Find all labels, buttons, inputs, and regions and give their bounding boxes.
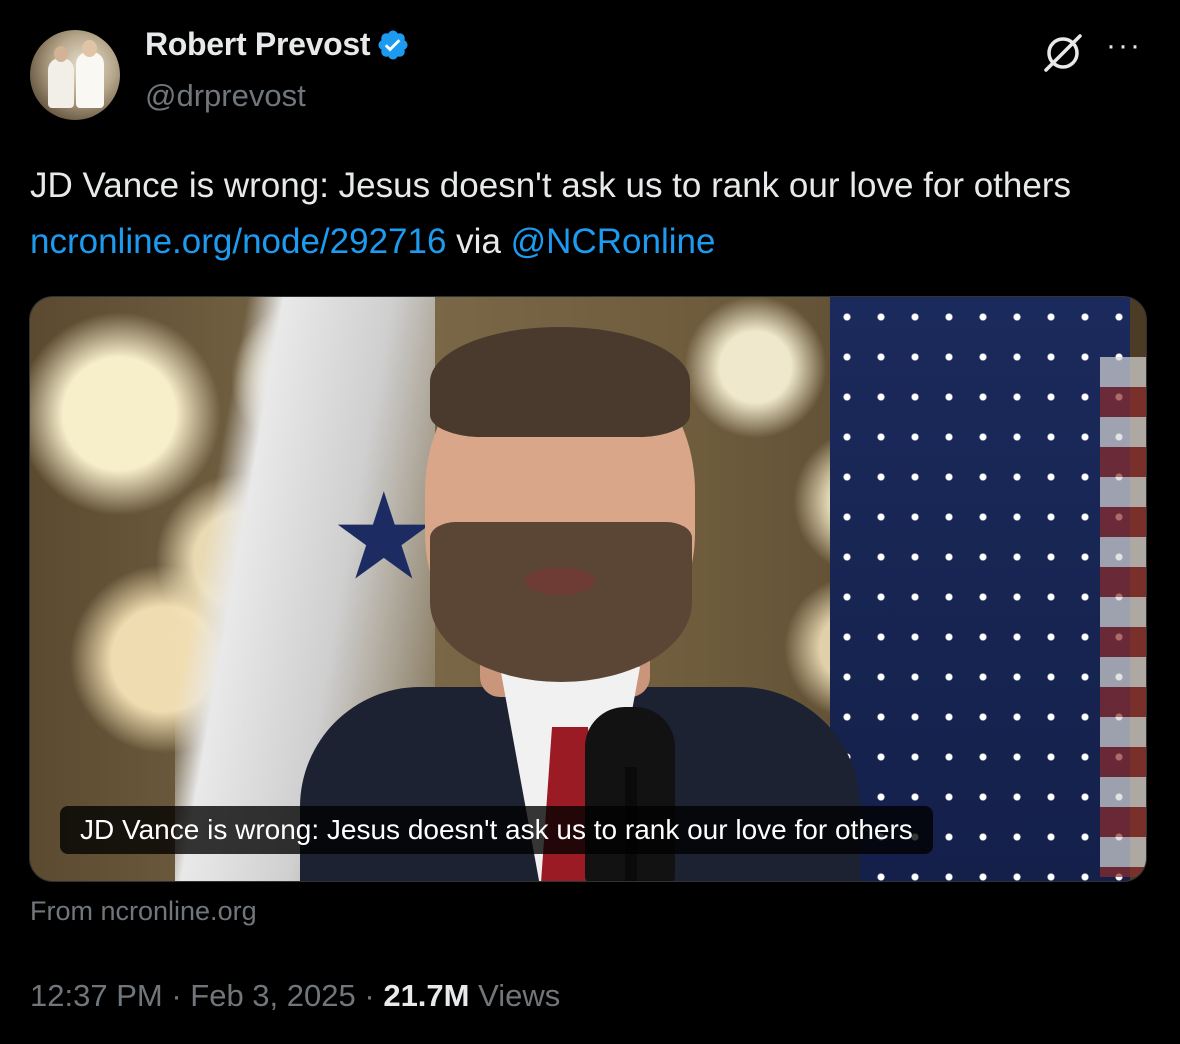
display-name[interactable]: Robert Prevost <box>145 26 371 63</box>
tweet-text-body: JD Vance is wrong: Jesus doesn't ask us … <box>30 166 1071 205</box>
meta-separator: · <box>364 978 375 1013</box>
views-label: Views <box>478 978 561 1013</box>
speaker-photo <box>280 307 860 881</box>
grok-icon[interactable] <box>1040 30 1086 76</box>
handle[interactable]: @drprevost <box>145 78 306 114</box>
avatar-figure <box>82 40 97 57</box>
tweet-text: JD Vance is wrong: Jesus doesn't ask us … <box>30 158 1140 270</box>
tweet-text-via: via <box>446 222 511 261</box>
photo-detail <box>525 567 595 595</box>
avatar-figure <box>48 58 74 108</box>
us-flag-image <box>830 297 1130 881</box>
tweet-time[interactable]: 12:37 PM <box>30 978 163 1013</box>
tweet-header: Robert Prevost @drprevost ··· <box>30 22 1150 122</box>
flag-stripes <box>1100 357 1146 877</box>
meta-separator: · <box>171 978 182 1013</box>
avatar[interactable] <box>30 30 120 120</box>
photo-detail <box>430 327 690 437</box>
name-row: Robert Prevost <box>145 26 410 63</box>
link-card[interactable]: ★ JD Vance is wrong: Jesus doesn't ask u… <box>29 296 1147 882</box>
avatar-figure <box>54 46 68 62</box>
mention-link[interactable]: @NCRonline <box>511 222 716 261</box>
card-caption[interactable]: JD Vance is wrong: Jesus doesn't ask us … <box>60 806 933 854</box>
tweet-date[interactable]: Feb 3, 2025 <box>190 978 355 1013</box>
views-count[interactable]: 21.7M <box>383 978 469 1013</box>
verified-badge-icon[interactable] <box>376 28 410 62</box>
tweet-link[interactable]: ncronline.org/node/292716 <box>30 222 446 261</box>
tweet-meta: 12:37 PM · Feb 3, 2025 · 21.7M Views <box>30 978 560 1014</box>
more-options-button[interactable]: ··· <box>1106 31 1150 64</box>
avatar-figure <box>76 52 104 108</box>
card-source[interactable]: From ncronline.org <box>30 896 257 927</box>
photo-detail <box>430 522 692 682</box>
